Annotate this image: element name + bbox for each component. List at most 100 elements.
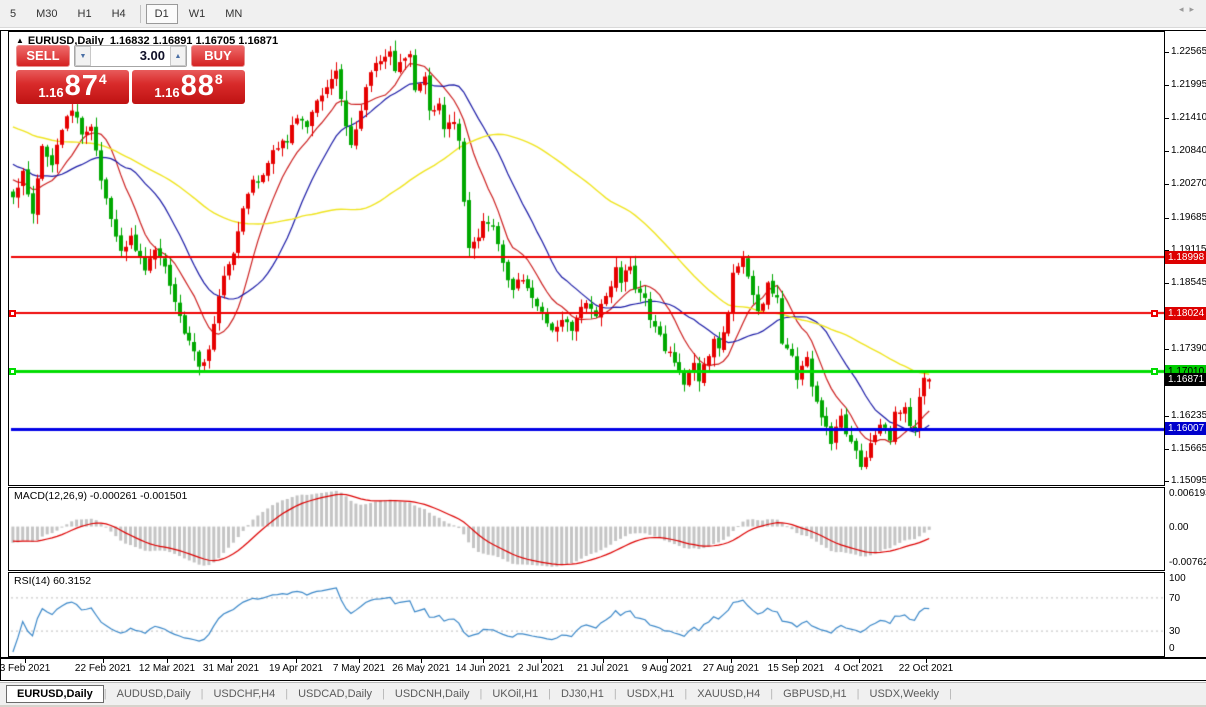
timeframe-toolbar: 5 M30 H1 H4 D1 W1 MN bbox=[0, 0, 1206, 28]
buy-price-big: 88 bbox=[180, 70, 215, 102]
price-tick-mark bbox=[1165, 84, 1169, 86]
trendline-handle[interactable] bbox=[1151, 367, 1158, 375]
date-label: 26 May 2021 bbox=[392, 663, 450, 674]
price-line-label: 1.16007 bbox=[1165, 422, 1206, 436]
tab-scroll-right-icon[interactable]: ▸ bbox=[1189, 4, 1200, 14]
timeframe-button-mn[interactable]: MN bbox=[216, 4, 251, 24]
indicator-axis-label: 0.006193 bbox=[1169, 488, 1206, 499]
price-tick-mark bbox=[1165, 481, 1169, 483]
price-chart-pane[interactable]: ▲ EURUSD,Daily 1.16832 1.16891 1.16705 1.… bbox=[8, 31, 1165, 486]
sell-price-display[interactable]: 1.16 87 4 bbox=[16, 70, 129, 104]
price-tick-mark bbox=[1165, 51, 1169, 53]
volume-decrease-button[interactable]: ▼ bbox=[75, 46, 91, 66]
buy-price-prefix: 1.16 bbox=[154, 85, 180, 100]
volume-spinner: ▼ 3.00 ▲ bbox=[74, 45, 187, 67]
price-tick-label: 1.18545 bbox=[1171, 277, 1206, 289]
sell-price-sup: 4 bbox=[98, 71, 107, 87]
price-tick-label: 1.16235 bbox=[1171, 409, 1206, 421]
price-line-label: 1.18024 bbox=[1165, 306, 1206, 320]
indicator-axis-label: 30 bbox=[1169, 626, 1181, 638]
date-label: 22 Feb 2021 bbox=[74, 663, 132, 674]
price-tick-label: 1.17390 bbox=[1171, 343, 1206, 355]
buy-price-sup: 8 bbox=[214, 71, 223, 87]
price-tick-mark bbox=[1165, 118, 1169, 120]
price-tick-mark bbox=[1165, 183, 1169, 185]
date-label: 4 Oct 2021 bbox=[834, 663, 884, 674]
price-tick-label: 1.20270 bbox=[1171, 177, 1206, 189]
date-label: 2 Jul 2021 bbox=[517, 663, 565, 674]
rsi-label: RSI(14) 60.3152 bbox=[14, 575, 92, 587]
chart-tab-eurusd-daily[interactable]: EURUSD,Daily bbox=[6, 685, 104, 703]
chart-tab-xauusd-h4[interactable]: XAUUSD,H4 bbox=[687, 685, 770, 703]
macd-label: MACD(12,26,9) -0.000261 -0.001501 bbox=[14, 490, 188, 502]
price-tick-mark bbox=[1165, 217, 1169, 219]
chart-window: ▲ EURUSD,Daily 1.16832 1.16891 1.16705 1.… bbox=[0, 30, 1206, 681]
price-tick-label: 1.19685 bbox=[1171, 211, 1206, 223]
timeframe-button-5[interactable]: 5 bbox=[1, 4, 25, 24]
price-tick-label: 1.21410 bbox=[1171, 112, 1206, 124]
date-label: 3 Feb 2021 bbox=[0, 663, 51, 674]
tab-scroll-left-icon[interactable]: ◂ bbox=[1179, 4, 1190, 14]
trading-terminal: 5 M30 H1 H4 D1 W1 MN ▲ EURUSD,Daily 1.16832 1.1… bbox=[0, 0, 1206, 707]
chart-tab-usdx-weekly[interactable]: USDX,Weekly bbox=[860, 685, 949, 703]
price-tick-label: 1.15095 bbox=[1171, 475, 1206, 487]
price-tick-mark bbox=[1165, 151, 1169, 153]
price-axis: 1.22565 1.21995 1.21410 1.20840 1.20270 1.196… bbox=[1165, 31, 1206, 657]
toolbar-separator bbox=[139, 4, 141, 23]
sell-price-big: 87 bbox=[64, 70, 99, 102]
chart-tab-usdx-h1[interactable]: USDX,H1 bbox=[617, 685, 685, 703]
chart-tab-audusd-daily[interactable]: AUDUSD,Daily bbox=[107, 685, 201, 703]
volume-increase-button[interactable]: ▲ bbox=[170, 46, 186, 66]
chart-tab-usdchf-h4[interactable]: USDCHF,H4 bbox=[203, 685, 285, 703]
date-axis: 3 Feb 2021 22 Feb 2021 12 Mar 2021 31 Mar 2… bbox=[0, 657, 1206, 680]
chart-tab-dj30-h1[interactable]: DJ30,H1 bbox=[551, 685, 614, 703]
price-tick-label: 1.21995 bbox=[1171, 78, 1206, 90]
buy-button[interactable]: BUY bbox=[191, 45, 245, 67]
volume-input[interactable]: 3.00 bbox=[91, 46, 170, 66]
date-label: 22 Oct 2021 bbox=[898, 663, 954, 674]
price-tick-mark bbox=[1165, 448, 1169, 450]
trendline-handle[interactable] bbox=[9, 367, 16, 375]
date-label: 14 Jun 2021 bbox=[455, 663, 511, 674]
chart-tab-gbpusd-h1[interactable]: GBPUSD,H1 bbox=[773, 685, 857, 703]
indicator-axis-label: 70 bbox=[1169, 592, 1181, 604]
rsi-indicator-pane[interactable]: RSI(14) 60.3152 bbox=[8, 572, 1165, 657]
chart-tab-usdcnh-daily[interactable]: USDCNH,Daily bbox=[385, 685, 480, 703]
sell-button[interactable]: SELL bbox=[16, 45, 70, 67]
price-tick-label: 1.20840 bbox=[1171, 145, 1206, 157]
chart-collapse-icon[interactable]: ▲ bbox=[16, 36, 24, 45]
timeframe-button-w1[interactable]: W1 bbox=[180, 4, 215, 24]
trendline-handle[interactable] bbox=[9, 309, 16, 317]
macd-indicator-pane[interactable]: MACD(12,26,9) -0.000261 -0.001501 bbox=[8, 487, 1165, 571]
tab-scroll-arrows[interactable]: ◂▸ bbox=[1179, 4, 1200, 15]
timeframe-button-d1[interactable]: D1 bbox=[145, 3, 178, 24]
timeframe-button-h4[interactable]: H4 bbox=[103, 4, 135, 24]
date-label: 15 Sep 2021 bbox=[767, 663, 825, 674]
price-tick-mark bbox=[1165, 349, 1169, 351]
chart-tab-ukoil-h1[interactable]: UKOil,H1 bbox=[482, 685, 548, 703]
indicator-axis-label: 100 bbox=[1169, 573, 1186, 584]
sell-price-prefix: 1.16 bbox=[38, 85, 64, 100]
indicator-axis-label: 0.00 bbox=[1169, 521, 1189, 533]
price-line-label: 1.18998 bbox=[1165, 250, 1206, 264]
chart-tab-bar: EURUSD,Daily | AUDUSD,Daily | USDCHF,H4 | USDC… bbox=[0, 682, 1206, 705]
date-label: 7 May 2021 bbox=[332, 663, 386, 674]
price-line-label: 1.16871 bbox=[1165, 372, 1206, 386]
rsi-canvas[interactable] bbox=[9, 573, 1164, 656]
price-tick-label: 1.22565 bbox=[1171, 45, 1206, 57]
date-label: 19 Apr 2021 bbox=[269, 663, 323, 674]
date-label: 27 Aug 2021 bbox=[702, 663, 760, 674]
indicator-axis-label: -0.00762 bbox=[1169, 557, 1206, 568]
indicator-axis-label: 0 bbox=[1169, 643, 1175, 654]
chart-tab-usdcad-daily[interactable]: USDCAD,Daily bbox=[288, 685, 382, 703]
timeframe-button-m30[interactable]: M30 bbox=[27, 4, 66, 24]
date-label: 12 Mar 2021 bbox=[138, 663, 196, 674]
date-label: 9 Aug 2021 bbox=[641, 663, 693, 674]
date-label: 31 Mar 2021 bbox=[202, 663, 260, 674]
date-label: 21 Jul 2021 bbox=[577, 663, 629, 674]
timeframe-button-h1[interactable]: H1 bbox=[69, 4, 101, 24]
trendline-handle[interactable] bbox=[1151, 309, 1158, 317]
price-tick-mark bbox=[1165, 283, 1169, 285]
one-click-trade-panel: SELL ▼ 3.00 ▲ BUY 1.16 87 4 1.16 88 8 bbox=[16, 45, 245, 104]
buy-price-display[interactable]: 1.16 88 8 bbox=[132, 70, 245, 104]
